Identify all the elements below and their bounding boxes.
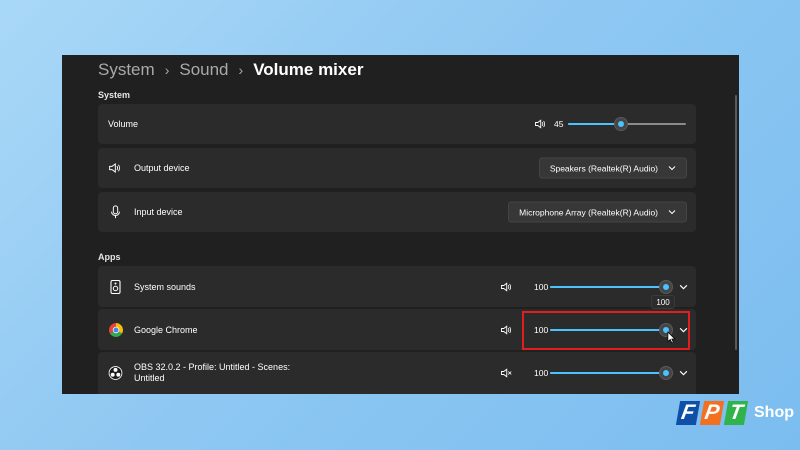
speaker-icon[interactable]: [500, 324, 512, 336]
app-name: System sounds: [134, 281, 196, 292]
brand-word: Shop: [754, 404, 794, 421]
microphone-icon: [110, 205, 121, 219]
output-device-selected: Speakers (Realtek(R) Audio): [549, 163, 658, 173]
slider-value-tooltip: 100: [651, 295, 675, 309]
chevron-down-icon: [668, 166, 676, 171]
brand-letter: F: [675, 401, 701, 425]
slider-thumb[interactable]: [659, 366, 673, 380]
volume-label: Volume: [108, 119, 139, 129]
app-volume-slider[interactable]: [550, 279, 673, 294]
slider-fill: [550, 285, 666, 288]
master-volume-value: 45: [554, 119, 564, 129]
app-name: OBS 32.0.2 - Profile: Untitled - Scenes:…: [134, 362, 291, 383]
app-row-system-sounds: System sounds 100: [98, 266, 696, 307]
breadcrumb-sound[interactable]: Sound: [179, 60, 228, 80]
input-device-dropdown[interactable]: Microphone Array (Realtek(R) Audio): [508, 201, 687, 223]
highlight-box: [522, 311, 690, 350]
output-device-label: Output device: [134, 163, 190, 173]
master-volume-slider[interactable]: [568, 117, 686, 131]
section-title-apps: Apps: [98, 252, 121, 262]
app-volume-value: 100: [534, 368, 549, 378]
brand-logo: F P T Shop: [675, 397, 794, 433]
breadcrumb-separator-icon: ›: [164, 62, 170, 78]
brand-letter: T: [723, 401, 749, 425]
chevron-down-icon[interactable]: [679, 370, 688, 376]
chevron-down-icon[interactable]: [679, 284, 688, 290]
app-volume-value: 100: [534, 281, 549, 292]
app-row-obs: OBS 32.0.2 - Profile: Untitled - Scenes:…: [98, 352, 696, 394]
settings-window: System › Sound › Volume mixer System Vol…: [62, 55, 739, 394]
breadcrumb-separator-icon: ›: [238, 62, 244, 78]
speaker-icon[interactable]: [534, 118, 546, 130]
obs-icon: [108, 366, 123, 381]
system-sounds-icon: [110, 279, 121, 294]
app-volume-slider[interactable]: [550, 366, 673, 380]
speaker-icon: [108, 162, 121, 175]
breadcrumb: System › Sound › Volume mixer: [98, 57, 363, 83]
slider-thumb[interactable]: [659, 279, 673, 294]
breadcrumb-system[interactable]: System: [98, 60, 155, 80]
input-device-selected: Microphone Array (Realtek(R) Audio): [519, 207, 658, 217]
master-volume-card: Volume 45: [98, 104, 696, 144]
input-device-label: Input device: [134, 207, 183, 217]
output-device-card[interactable]: Output device Speakers (Realtek(R) Audio…: [98, 148, 696, 188]
section-title-system: System: [98, 90, 131, 100]
chrome-icon: [109, 322, 123, 337]
brand-letter: P: [699, 401, 725, 425]
input-device-card[interactable]: Input device Microphone Array (Realtek(R…: [98, 192, 696, 232]
page-title: Volume mixer: [253, 60, 364, 79]
slider-thumb[interactable]: [614, 117, 629, 131]
scrollbar[interactable]: [735, 95, 737, 350]
mouse-cursor-icon: [667, 331, 676, 349]
speaker-icon[interactable]: [500, 281, 512, 293]
slider-fill: [550, 372, 666, 374]
app-name: Google Chrome: [134, 324, 198, 335]
speaker-muted-icon[interactable]: [500, 367, 512, 379]
output-device-dropdown[interactable]: Speakers (Realtek(R) Audio): [538, 157, 687, 179]
chevron-down-icon: [668, 210, 676, 215]
